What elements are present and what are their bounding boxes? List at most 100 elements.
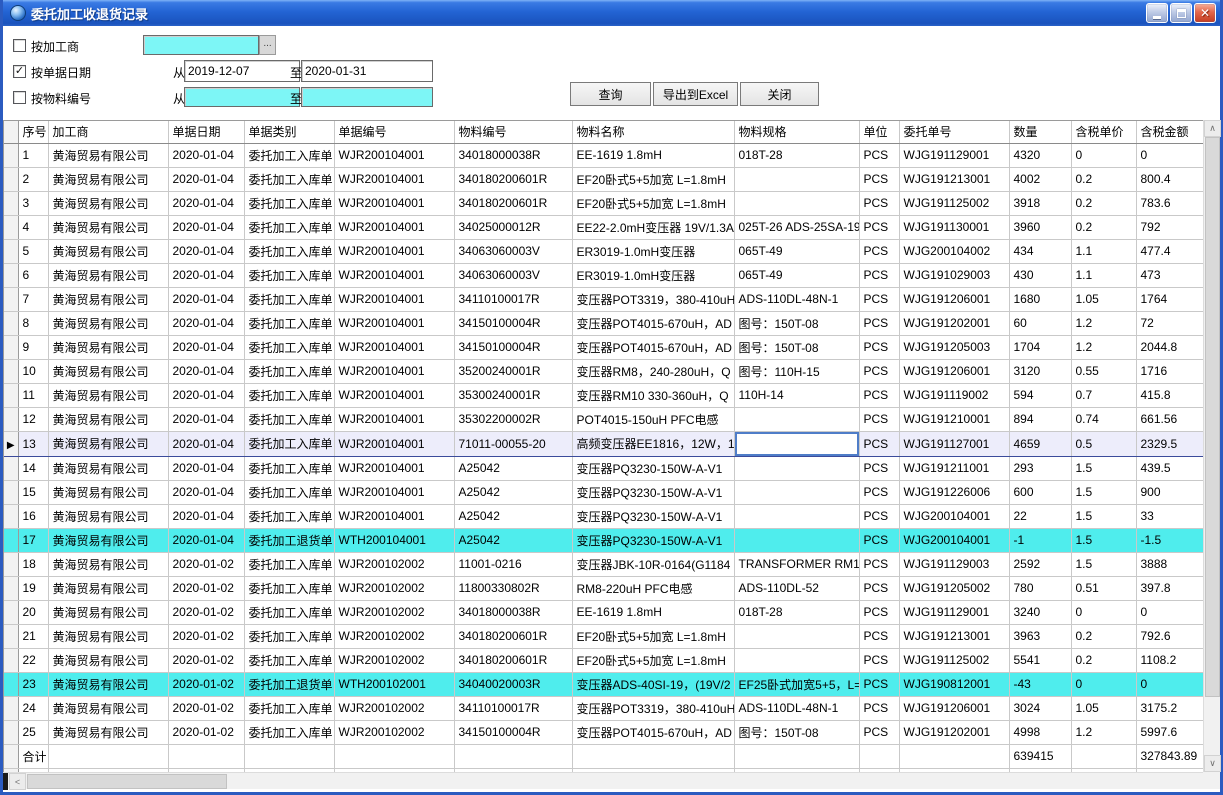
cell-qty[interactable]: 639415 bbox=[1009, 744, 1071, 768]
cell-qty[interactable]: 3240 bbox=[1009, 600, 1071, 624]
cell-unit[interactable]: PCS bbox=[859, 359, 899, 383]
cell-doc-no[interactable]: WJR200102002 bbox=[334, 624, 454, 648]
cell-qty[interactable]: 60 bbox=[1009, 311, 1071, 335]
row-indicator[interactable] bbox=[4, 480, 18, 504]
cell-doc-type[interactable]: 委托加工入库单 bbox=[244, 696, 334, 720]
cell-unit[interactable]: PCS bbox=[859, 624, 899, 648]
filter-processor-checkbox[interactable] bbox=[13, 39, 26, 52]
scroll-up-icon[interactable]: ∧ bbox=[1204, 120, 1221, 137]
spec-cell-editor[interactable] bbox=[735, 432, 859, 456]
cell-doc-date[interactable]: 2020-01-02 bbox=[168, 552, 244, 576]
row-indicator[interactable] bbox=[4, 407, 18, 431]
cell-material-name[interactable]: EF20卧式5+5加宽 L=1.8mH bbox=[572, 624, 734, 648]
cell-material-name[interactable]: EE22-2.0mH变压器 19V/1.3A bbox=[572, 215, 734, 239]
cell-doc-date[interactable]: 2020-01-04 bbox=[168, 143, 244, 167]
cell-material-spec[interactable]: 018T-28 bbox=[734, 143, 859, 167]
cell-amount[interactable]: 792 bbox=[1136, 215, 1203, 239]
cell-amount[interactable]: 72 bbox=[1136, 311, 1203, 335]
cell-doc-date[interactable]: 2020-01-02 bbox=[168, 648, 244, 672]
query-button[interactable]: 查询 bbox=[570, 82, 651, 106]
cell-unit-price[interactable]: 0.74 bbox=[1071, 407, 1136, 431]
cell-doc-date[interactable]: 2020-01-02 bbox=[168, 624, 244, 648]
cell-amount[interactable]: 900 bbox=[1136, 480, 1203, 504]
col-header-unit[interactable]: 单位 bbox=[859, 121, 899, 143]
cell-amount[interactable]: 0 bbox=[1136, 672, 1203, 696]
cell-material-name[interactable]: 变压器PQ3230-150W-A-V1 bbox=[572, 480, 734, 504]
cell-amount[interactable]: 800.4 bbox=[1136, 167, 1203, 191]
cell-qty[interactable]: 4002 bbox=[1009, 167, 1071, 191]
cell-material-spec[interactable]: 图号：150T-08 bbox=[734, 311, 859, 335]
cell-doc-no[interactable]: WTH200102001 bbox=[334, 672, 454, 696]
cell-processor[interactable]: 黄海贸易有限公司 bbox=[48, 504, 168, 528]
cell-material-spec[interactable]: TRANSFORMER RM10 bbox=[734, 552, 859, 576]
cell-unit-price[interactable]: 1.5 bbox=[1071, 504, 1136, 528]
cell-unit[interactable]: PCS bbox=[859, 431, 899, 456]
cell-unit[interactable]: PCS bbox=[859, 335, 899, 359]
cell-doc-type[interactable]: 委托加工入库单 bbox=[244, 263, 334, 287]
cell-material-spec[interactable]: 图号：150T-08 bbox=[734, 720, 859, 744]
cell-material-no[interactable]: 34018000038R bbox=[454, 143, 572, 167]
cell-doc-date[interactable] bbox=[168, 744, 244, 768]
cell-doc-type[interactable]: 委托加工退货单 bbox=[244, 528, 334, 552]
cell-order-no[interactable] bbox=[899, 744, 1009, 768]
cell-qty[interactable]: 3963 bbox=[1009, 624, 1071, 648]
cell-order-no[interactable]: WJG191202001 bbox=[899, 720, 1009, 744]
cell-unit-price[interactable]: 0.2 bbox=[1071, 624, 1136, 648]
filter-material-checkbox[interactable] bbox=[13, 91, 26, 104]
cell-doc-type[interactable]: 委托加工入库单 bbox=[244, 720, 334, 744]
cell-seq[interactable]: 13 bbox=[18, 431, 48, 456]
cell-seq[interactable]: 15 bbox=[18, 480, 48, 504]
cell-doc-no[interactable]: WJR200102002 bbox=[334, 576, 454, 600]
cell-material-no[interactable]: 34110100017R bbox=[454, 287, 572, 311]
cell-material-no[interactable]: 34018000038R bbox=[454, 600, 572, 624]
cell-doc-no[interactable]: WJR200104001 bbox=[334, 431, 454, 456]
cell-material-no[interactable]: 35200240001R bbox=[454, 359, 572, 383]
cell-unit[interactable]: PCS bbox=[859, 528, 899, 552]
cell-doc-date[interactable]: 2020-01-04 bbox=[168, 263, 244, 287]
cell-material-no[interactable]: A25042 bbox=[454, 456, 572, 480]
cell-material-no[interactable]: 34063060003V bbox=[454, 239, 572, 263]
cell-material-name[interactable]: 变压器PQ3230-150W-A-V1 bbox=[572, 504, 734, 528]
cell-doc-date[interactable]: 2020-01-04 bbox=[168, 431, 244, 456]
row-indicator[interactable] bbox=[4, 383, 18, 407]
cell-unit-price[interactable]: 0.5 bbox=[1071, 431, 1136, 456]
cell-doc-type[interactable]: 委托加工入库单 bbox=[244, 143, 334, 167]
cell-qty[interactable]: 3918 bbox=[1009, 191, 1071, 215]
cell-unit-price[interactable]: 1.5 bbox=[1071, 528, 1136, 552]
cell-material-name[interactable]: 变压器ADS-40SI-19，(19V/2 bbox=[572, 672, 734, 696]
cell-unit-price[interactable]: 1.05 bbox=[1071, 287, 1136, 311]
cell-doc-type[interactable]: 委托加工退货单 bbox=[244, 672, 334, 696]
cell-material-spec[interactable] bbox=[734, 648, 859, 672]
cell-seq[interactable]: 12 bbox=[18, 407, 48, 431]
cell-unit-price[interactable]: 0.2 bbox=[1071, 215, 1136, 239]
cell-material-name[interactable]: 变压器POT3319，380-410uH bbox=[572, 287, 734, 311]
cell-qty[interactable]: 594 bbox=[1009, 383, 1071, 407]
cell-order-no[interactable]: WJG191211001 bbox=[899, 456, 1009, 480]
cell-doc-no[interactable]: WJR200104001 bbox=[334, 407, 454, 431]
cell-unit-price[interactable]: 1.5 bbox=[1071, 480, 1136, 504]
cell-material-spec[interactable] bbox=[734, 167, 859, 191]
cell-qty[interactable]: 293 bbox=[1009, 456, 1071, 480]
horizontal-scrollbar[interactable]: < bbox=[3, 772, 1203, 789]
scroll-left-icon[interactable]: < bbox=[9, 773, 26, 790]
cell-order-no[interactable]: WJG191205003 bbox=[899, 335, 1009, 359]
cell-amount[interactable]: 327843.89 bbox=[1136, 744, 1203, 768]
date-from-input[interactable] bbox=[184, 60, 300, 82]
cell-material-spec[interactable]: EF25卧式加宽5+5，L= bbox=[734, 672, 859, 696]
cell-doc-date[interactable]: 2020-01-02 bbox=[168, 696, 244, 720]
cell-doc-no[interactable]: WJR200104001 bbox=[334, 143, 454, 167]
export-excel-button[interactable]: 导出到Excel bbox=[653, 82, 738, 106]
cell-doc-date[interactable]: 2020-01-04 bbox=[168, 504, 244, 528]
cell-seq[interactable]: 16 bbox=[18, 504, 48, 528]
row-indicator[interactable] bbox=[4, 600, 18, 624]
cell-material-name[interactable]: 变压器PQ3230-150W-A-V1 bbox=[572, 456, 734, 480]
cell-order-no[interactable]: WJG191129001 bbox=[899, 143, 1009, 167]
cell-unit[interactable]: PCS bbox=[859, 552, 899, 576]
cell-seq[interactable]: 3 bbox=[18, 191, 48, 215]
cell-material-no[interactable]: 34040020003R bbox=[454, 672, 572, 696]
cell-unit-price[interactable]: 1.05 bbox=[1071, 696, 1136, 720]
cell-material-no[interactable]: 34150100004R bbox=[454, 335, 572, 359]
processor-browse-button[interactable]: ... bbox=[259, 35, 276, 55]
cell-seq[interactable]: 20 bbox=[18, 600, 48, 624]
cell-unit[interactable]: PCS bbox=[859, 648, 899, 672]
